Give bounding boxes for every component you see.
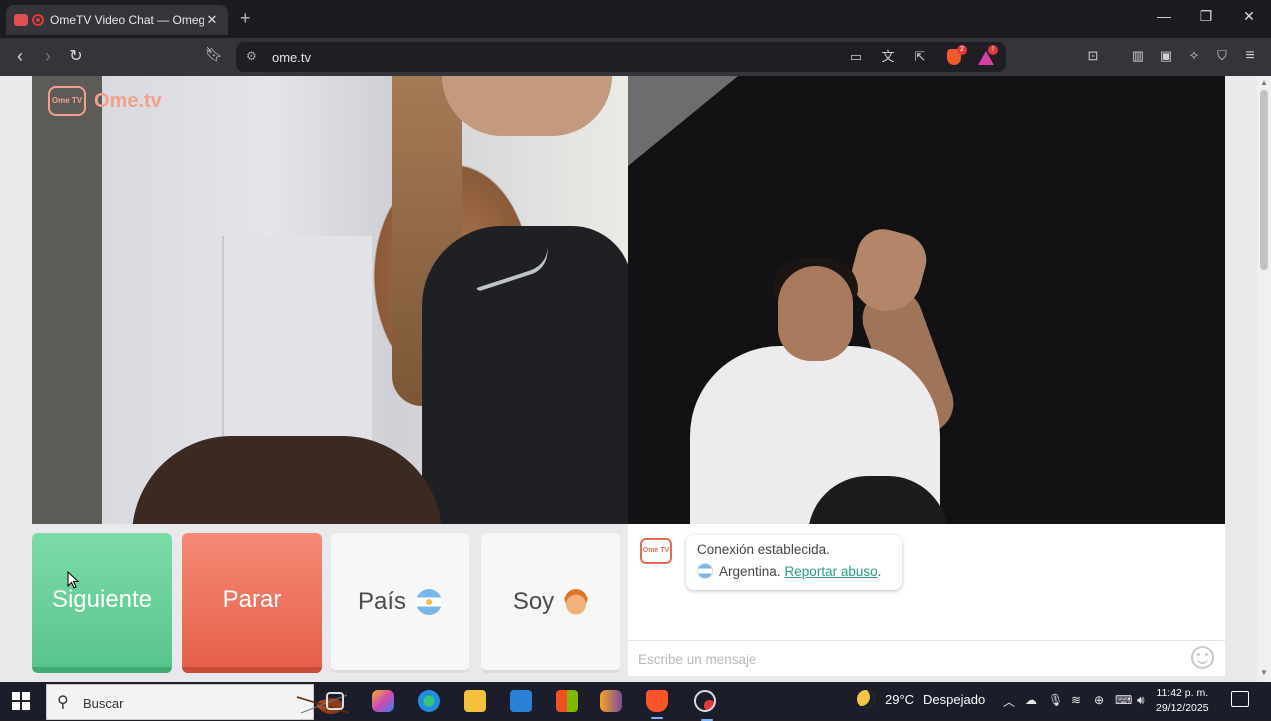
page-scrollbar[interactable]: ▲ ▼ [1257,76,1271,682]
search-icon: ⚲ [57,694,69,711]
remote-video [628,76,1225,524]
taskbar-search[interactable]: ⚲ Buscar [46,684,350,720]
emoji-icon[interactable] [1191,646,1214,669]
browser-toolbar: ‹ › ↻ 🔖︎ ⚙ ome.tv ▭ 文 ⇱ 2 ! ⊡ ▥ ▣ ✧ ⛉ ≡ [0,38,1271,76]
windows-taskbar: ⚲ Buscar 29°C Despejado ︿ ☁ 🎙︎ ≋ ⊕ ⌨ 🔊︎ … [0,682,1271,721]
background-fridge [222,236,372,466]
microphone-icon[interactable]: 🎙︎ [1048,693,1063,707]
person-face [778,266,853,361]
argentina-flag-icon [416,588,443,615]
mail-icon[interactable] [510,690,532,712]
browser-tab-bar: OmeTV Video Chat — Omeg ✕ + — ❐ ✕ [0,0,1271,38]
forward-icon[interactable]: › [38,46,58,67]
brave-taskbar-icon[interactable] [646,690,668,719]
country-filter-button[interactable]: País [331,533,469,673]
tab-title: OmeTV Video Chat — Omeg [50,13,204,27]
task-view-icon[interactable] [326,692,344,710]
scroll-up-icon[interactable]: ▲ [1260,78,1268,87]
system-message: Conexión establecida. Argentina. Reporta… [686,535,902,590]
country-button-label: País [357,587,407,615]
cast-icon[interactable]: ▭ [848,49,864,65]
sidebar-icon[interactable]: ▥ [1130,48,1146,64]
windows-start-icon[interactable] [12,692,30,710]
stop-button[interactable]: Parar [182,533,322,673]
connection-status: Conexión establecida. [697,542,830,557]
share-icon[interactable]: ⇱ [912,49,928,65]
scroll-down-icon[interactable]: ▼ [1260,668,1268,677]
site-settings-icon[interactable]: ⚙ [246,49,257,63]
wifi-icon[interactable]: ≋ [1071,693,1081,707]
new-tab-button[interactable]: + [240,8,251,29]
file-explorer-icon[interactable] [464,690,486,712]
recording-icon [32,14,44,26]
keyboard-icon[interactable]: ⌨ [1115,693,1132,707]
back-icon[interactable]: ‹ [10,46,30,67]
ometv-logo[interactable]: Ome TV Ome.tv [48,86,162,116]
vpn-icon[interactable]: ⛉ [1214,48,1230,64]
mouse-cursor-icon [67,571,79,589]
tray-chevron-icon[interactable]: ︿ [1003,693,1015,710]
temperature: 29°C [885,691,915,707]
url-text: ome.tv [272,50,312,65]
translate-icon[interactable]: 文 [880,49,896,65]
notifications-icon[interactable] [1231,691,1249,707]
close-tab-icon[interactable]: ✕ [204,12,220,28]
search-label: Buscar [83,696,124,711]
ometv-favicon-icon [14,14,28,26]
chat-tv-logo-icon: Ome TV [640,538,672,564]
foreground-head [132,436,442,524]
stop-button-label: Parar [222,586,282,613]
shields-count-badge: 2 [957,45,967,55]
window-close-icon[interactable]: ✕ [1239,8,1259,25]
gender-button-label: Soy [512,587,555,615]
clock-time: 11:42 p. m. [1156,687,1209,699]
fl-studio-icon[interactable] [600,690,622,712]
restore-icon[interactable]: ❐ [1196,8,1216,25]
minimize-icon[interactable]: — [1154,8,1174,24]
scrollbar-thumb[interactable] [1260,90,1268,270]
message-input[interactable] [638,647,1178,671]
report-abuse-link[interactable]: Reportar abuso [785,564,878,579]
cloud-icon[interactable]: ☁ [1025,693,1037,707]
system-clock[interactable]: 11:42 p. m. 29/12/2025 [1156,686,1209,716]
message-bar [628,640,1225,676]
report-suffix: . [877,563,882,579]
recorder-icon[interactable] [694,690,716,721]
browser-tab[interactable]: OmeTV Video Chat — Omeg ✕ [6,5,228,35]
vpn-tray-icon[interactable]: ⊕ [1094,693,1104,707]
gender-button[interactable]: Soy [481,533,620,673]
tv-logo-icon: Ome TV [48,86,86,116]
clock-date: 29/12/2025 [1156,702,1209,714]
partner-country-line: Argentina. Reportar abuso. [697,563,891,579]
leo-icon[interactable]: ✧ [1186,48,1202,64]
menu-icon[interactable]: ≡ [1242,48,1258,64]
reload-icon[interactable]: ↻ [66,46,86,66]
moon-icon [857,690,875,708]
wallet-icon[interactable]: ▣ [1158,48,1174,64]
weather-condition: Despejado [923,691,986,707]
next-button-label: Siguiente [51,586,153,613]
boy-emoji-icon [564,588,589,615]
person-chin [442,76,612,136]
rewards-badge: ! [988,45,998,55]
argentina-flag-small-icon [697,563,713,579]
partner-country: Argentina. [719,563,781,579]
local-video [32,76,628,524]
logo-wordmark: Ome.tv [94,89,162,112]
volume-icon[interactable]: 🔊︎ [1137,693,1145,708]
copilot-icon[interactable] [372,690,394,712]
violin-icon [296,694,350,714]
reader-icon[interactable]: ⊡ [1085,48,1101,64]
store-icon[interactable] [556,690,578,712]
weather-widget[interactable]: 29°C Despejado [857,690,985,708]
edge-icon[interactable] [418,690,440,712]
ceiling-corner [628,76,738,166]
address-bar[interactable]: ⚙ ome.tv ▭ 文 ⇱ 2 ! [236,42,1006,72]
next-button[interactable]: Siguiente [32,533,172,673]
bookmark-icon[interactable]: 🔖︎ [204,46,224,63]
